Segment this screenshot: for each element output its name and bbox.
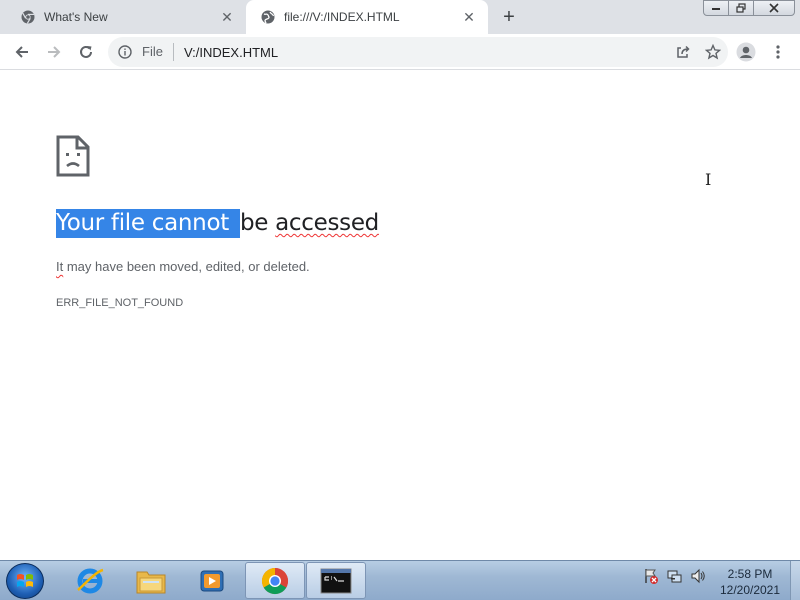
minimize-button[interactable]: [703, 0, 729, 16]
show-desktop-button[interactable]: [790, 561, 800, 600]
taskbar: 2:58 PM 12/20/2021: [0, 560, 800, 600]
text-cursor-icon: I: [705, 170, 712, 189]
site-info-icon[interactable]: [108, 45, 142, 59]
restore-icon: [736, 3, 746, 13]
kebab-menu-icon: [776, 45, 780, 59]
heading-text: be: [239, 210, 276, 236]
close-icon[interactable]: ✕: [458, 6, 480, 28]
close-icon: [769, 3, 779, 13]
tab-title: What's New: [44, 10, 108, 24]
url-text[interactable]: V:/INDEX.HTML: [174, 45, 668, 60]
error-code: ERR_FILE_NOT_FOUND: [56, 297, 184, 309]
reload-button[interactable]: [72, 38, 100, 66]
share-icon[interactable]: [668, 37, 698, 67]
tab-index-html[interactable]: file:///V:/INDEX.HTML ✕: [246, 0, 488, 34]
minimize-icon: [712, 8, 720, 10]
tab-strip: What's New ✕ file:///V:/INDEX.HTML ✕ +: [0, 0, 800, 34]
action-center-icon[interactable]: [642, 567, 660, 585]
error-description: It may have been moved, edited, or delet…: [56, 259, 310, 274]
taskbar-internet-explorer[interactable]: [60, 562, 120, 599]
reload-icon: [80, 45, 92, 58]
back-button[interactable]: [8, 38, 36, 66]
network-icon[interactable]: [666, 567, 684, 585]
system-clock[interactable]: 2:58 PM 12/20/2021: [712, 566, 788, 598]
file-explorer-icon: [136, 571, 166, 593]
media-player-icon: [200, 570, 224, 591]
spellcheck-word: accessed: [275, 210, 379, 236]
start-button[interactable]: [6, 563, 44, 599]
tab-title: file:///V:/INDEX.HTML: [284, 10, 400, 24]
profile-avatar[interactable]: [732, 38, 760, 66]
address-bar[interactable]: File V:/INDEX.HTML: [108, 37, 728, 67]
internet-explorer-icon: [77, 568, 104, 593]
selected-text: Your file cannot: [56, 209, 240, 238]
restore-button[interactable]: [728, 0, 754, 16]
taskbar-media-player[interactable]: [182, 562, 242, 599]
close-icon[interactable]: ✕: [216, 6, 238, 28]
description-text: may have been moved, edited, or deleted.: [63, 259, 310, 274]
taskbar-command-prompt[interactable]: [306, 562, 366, 599]
clock-time: 2:58 PM: [727, 567, 773, 581]
command-prompt-icon: [320, 568, 352, 593]
browser-toolbar: File V:/INDEX.HTML: [0, 34, 800, 70]
arrow-left-icon: [15, 46, 28, 58]
menu-button[interactable]: [764, 38, 792, 66]
chrome-icon: [261, 567, 289, 594]
sad-file-icon: [56, 135, 90, 182]
taskbar-file-explorer[interactable]: [121, 562, 181, 599]
globe-icon: [260, 9, 276, 25]
account-icon: [736, 42, 756, 62]
new-tab-button[interactable]: +: [496, 5, 522, 29]
chrome-icon: [20, 9, 36, 25]
scheme-label: File: [142, 43, 174, 61]
forward-button[interactable]: [40, 38, 68, 66]
clock-date: 12/20/2021: [719, 583, 781, 597]
screen: What's New ✕ file:///V:/INDEX.HTML ✕ + F…: [0, 0, 800, 600]
tab-whats-new[interactable]: What's New ✕: [0, 0, 246, 34]
close-window-button[interactable]: [753, 0, 795, 16]
windows-logo-icon: [17, 574, 33, 587]
bookmark-star-icon[interactable]: [698, 37, 728, 67]
taskbar-chrome[interactable]: [245, 562, 305, 599]
volume-icon[interactable]: [689, 567, 707, 585]
error-page: Your file cannot be accessed It may have…: [0, 71, 800, 560]
error-heading: Your file cannot be accessed: [56, 209, 379, 238]
arrow-right-icon: [48, 46, 61, 58]
